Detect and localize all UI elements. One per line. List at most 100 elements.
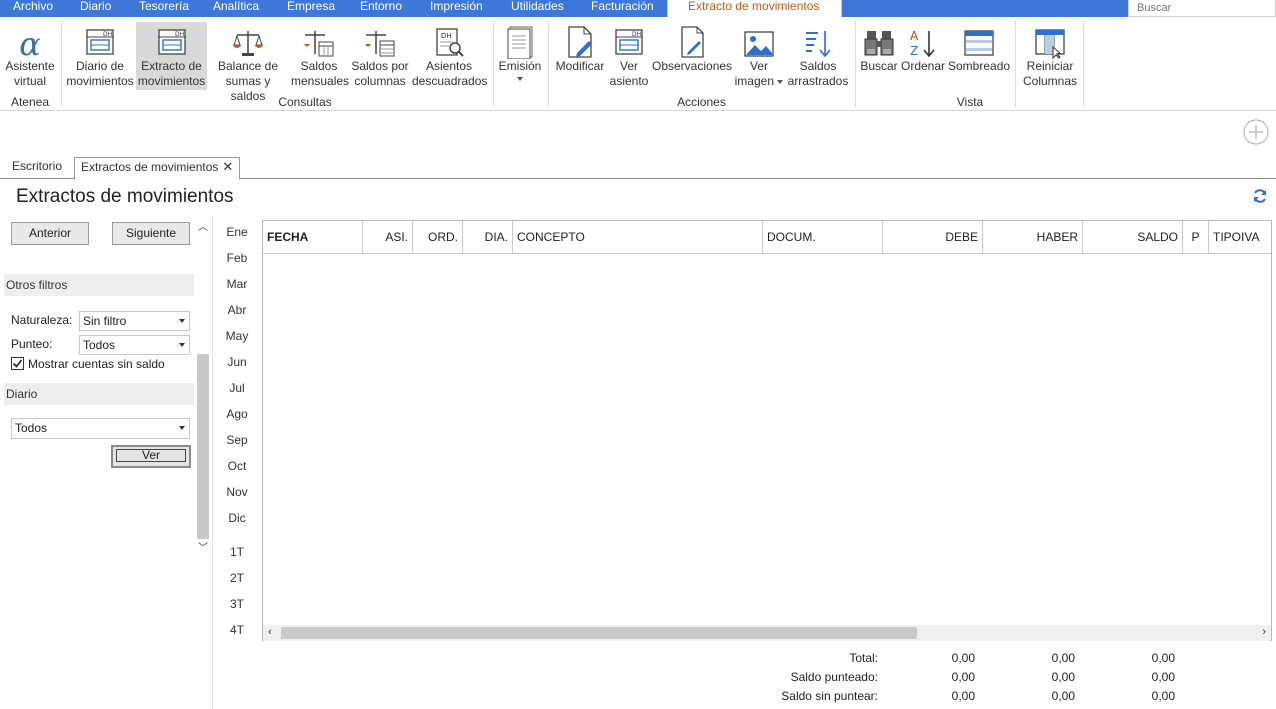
mostrar-cuentas-checkbox[interactable] <box>11 357 24 370</box>
saldo-punteado-haber: 0,00 <box>1051 670 1075 684</box>
ribbon-reiniciar-columnas-button[interactable]: Reiniciar Columnas <box>1020 23 1080 89</box>
period-2t[interactable]: 2T <box>222 571 252 585</box>
note-icon <box>681 26 704 58</box>
ribbon-button-label: Ordenar <box>900 59 946 73</box>
search-input[interactable] <box>1137 1 1276 15</box>
naturaleza-select[interactable]: Sin filtro <box>79 311 190 331</box>
period-jun[interactable]: Jun <box>222 355 252 369</box>
ribbon-extracto-movimientos-button[interactable]: DH Extracto de movimientos <box>136 22 207 90</box>
column-header-haber[interactable]: HABER <box>983 221 1083 253</box>
period-oct[interactable]: Oct <box>222 459 252 473</box>
column-header-p[interactable]: P <box>1183 221 1209 253</box>
ribbon-saldos-mensuales-button[interactable]: Saldos mensuales <box>291 23 349 89</box>
column-header-concepto[interactable]: CONCEPTO <box>513 221 763 253</box>
menu-tab-archivo[interactable]: Archivo <box>13 0 53 17</box>
period-sep[interactable]: Sep <box>222 433 252 447</box>
scrollbar-thumb[interactable] <box>197 354 209 539</box>
ribbon-asistente-virtual-button[interactable]: α Asistente virtual <box>2 23 58 89</box>
naturaleza-value: Sin filtro <box>83 314 127 328</box>
column-header-ord[interactable]: ORD. <box>413 221 463 253</box>
period-abr[interactable]: Abr <box>222 303 252 317</box>
period-1t[interactable]: 1T <box>222 545 252 559</box>
chevron-up-icon[interactable]: ︿ <box>198 218 208 233</box>
saldo-punteado-saldo: 0,00 <box>1151 670 1175 684</box>
menu-tab-entorno[interactable]: Entorno <box>360 0 402 17</box>
chevron-down-icon[interactable]: ﹀ <box>198 539 208 554</box>
column-header-docum[interactable]: DOCUM. <box>763 221 883 253</box>
tab-label: Extractos de movimientos <box>81 160 219 174</box>
left-panel-scrollbar[interactable]: ︿ ﹀ <box>195 216 211 556</box>
reset-columns-icon <box>1035 29 1065 59</box>
period-feb[interactable]: Feb <box>222 251 252 265</box>
ribbon-balance-sumas-saldos-button[interactable]: Balance de sumas y saldos <box>209 23 287 104</box>
column-header-tipoiva[interactable]: TIPOIVA <box>1209 221 1271 253</box>
menu-tab-facturacion[interactable]: Facturación <box>591 0 654 17</box>
svg-text:A: A <box>910 29 919 43</box>
siguiente-button[interactable]: Siguiente <box>112 222 190 245</box>
refresh-icon[interactable] <box>1252 188 1268 204</box>
period-4t[interactable]: 4T <box>222 623 252 637</box>
chevron-right-icon[interactable]: › <box>1262 626 1266 638</box>
menu-tab-diario[interactable]: Diario <box>80 0 111 17</box>
scrollbar-thumb[interactable] <box>281 627 917 639</box>
total-saldo: 0,00 <box>1151 651 1175 665</box>
group-separator <box>61 21 62 107</box>
column-header-debe[interactable]: DEBE <box>883 221 983 253</box>
column-header-saldo[interactable]: SALDO <box>1083 221 1183 253</box>
tab-extractos-movimientos[interactable]: Extractos de movimientos ✕ <box>74 157 241 180</box>
ribbon-saldos-columnas-button[interactable]: Saldos por columnas <box>350 23 410 89</box>
period-mar[interactable]: Mar <box>222 277 252 291</box>
movements-grid[interactable]: FECHA ASI. ORD. DIA. CONCEPTO DOCUM. DEB… <box>262 220 1272 641</box>
ribbon-buscar-button[interactable]: Buscar <box>860 23 898 74</box>
ribbon-ver-imagen-button[interactable]: Ver imagen <box>733 23 785 89</box>
anterior-button[interactable]: Anterior <box>11 222 89 245</box>
ver-button[interactable]: Ver <box>111 445 191 468</box>
ribbon-observaciones-button[interactable]: Observaciones <box>652 23 732 74</box>
ribbon-diario-movimientos-button[interactable]: DH Diario de movimientos <box>66 23 134 89</box>
edit-document-icon <box>568 26 592 58</box>
period-ago[interactable]: Ago <box>222 407 252 421</box>
period-may[interactable]: May <box>222 329 252 343</box>
menu-tab-empresa[interactable]: Empresa <box>287 0 335 17</box>
scale-columns-icon <box>365 31 395 57</box>
menu-tab-impresion[interactable]: Impresión <box>430 0 483 17</box>
ribbon-saldos-arrastrados-button[interactable]: Saldos arrastrados <box>787 23 849 89</box>
column-header-fecha[interactable]: FECHA <box>263 221 363 253</box>
ribbon-button-label: Extracto de movimientos <box>137 59 206 88</box>
menu-tab-extracto[interactable]: Extracto de movimientos <box>667 0 842 17</box>
period-ene[interactable]: Ene <box>222 225 252 239</box>
otros-filtros-header: Otros filtros <box>4 274 194 296</box>
ledger-icon: DH <box>86 29 114 55</box>
menu-tab-utilidades[interactable]: Utilidades <box>511 0 564 17</box>
period-dic[interactable]: Dic <box>222 511 252 525</box>
chevron-down-icon <box>777 79 784 84</box>
ribbon-modificar-button[interactable]: Modificar <box>553 23 607 74</box>
period-3t[interactable]: 3T <box>222 597 252 611</box>
ribbon-ver-asiento-button[interactable]: DH Ver asiento <box>608 23 650 89</box>
ribbon-ordenar-button[interactable]: AZ Ordenar <box>899 23 947 74</box>
group-label-atenea: Atenea <box>10 95 50 109</box>
punteo-value: Todos <box>83 338 116 352</box>
period-jul[interactable]: Jul <box>222 381 252 395</box>
chevron-down-icon <box>179 426 185 430</box>
column-header-dia[interactable]: DIA. <box>463 221 513 253</box>
chevron-left-icon[interactable]: ‹ <box>268 626 272 638</box>
ribbon-sombreado-button[interactable]: Sombreado <box>948 23 1010 74</box>
add-tab-icon[interactable] <box>1243 119 1269 145</box>
svg-text:DH: DH <box>175 31 184 38</box>
search-box <box>1128 0 1276 17</box>
total-haber: 0,00 <box>1051 651 1075 665</box>
close-icon[interactable]: ✕ <box>222 159 233 174</box>
diario-select[interactable]: Todos <box>11 418 190 439</box>
tab-escritorio[interactable]: Escritorio <box>6 157 68 179</box>
period-nov[interactable]: Nov <box>222 485 252 499</box>
menu-tab-tesoreria[interactable]: Tesorería <box>139 0 189 17</box>
ribbon-asientos-descuadrados-button[interactable]: DH Asientos descuadrados <box>412 23 487 89</box>
ribbon-emision-button[interactable]: Emisión <box>497 23 543 81</box>
menu-tab-analitica[interactable]: Analítica <box>213 0 259 17</box>
punteo-select[interactable]: Todos <box>79 335 190 355</box>
grid-header: FECHA ASI. ORD. DIA. CONCEPTO DOCUM. DEB… <box>263 221 1271 254</box>
ribbon-button-label: Buscar <box>860 59 898 73</box>
grid-horizontal-scrollbar[interactable]: ‹ › <box>263 625 1271 641</box>
column-header-asi[interactable]: ASI. <box>363 221 413 253</box>
